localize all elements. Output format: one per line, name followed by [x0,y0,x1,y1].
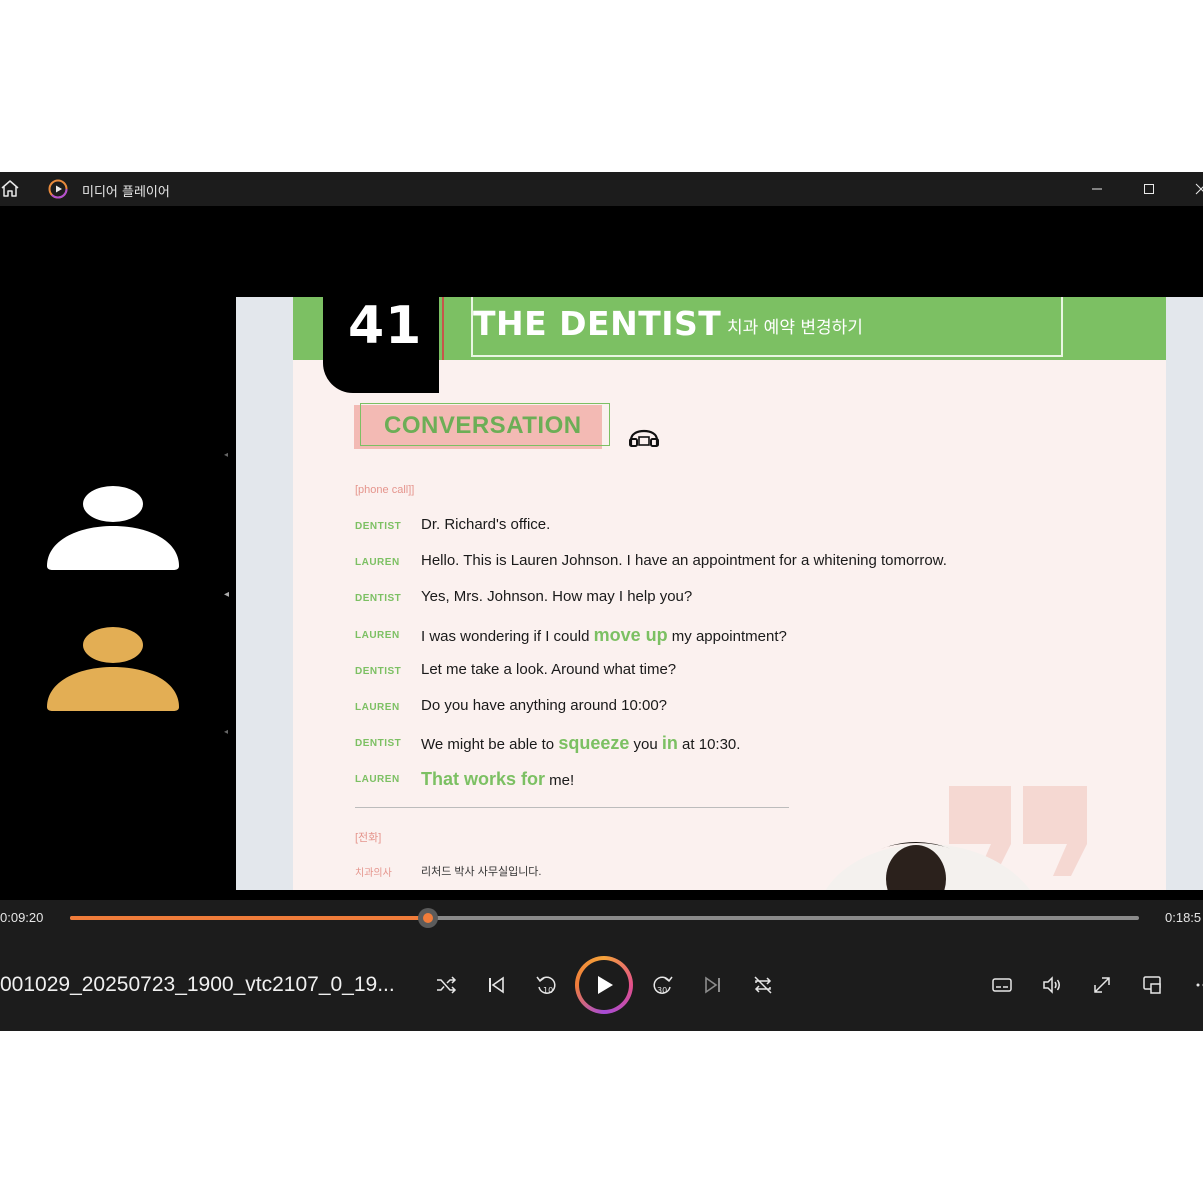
media-player-window: 미디어 플레이어 ◂ ◂ ◂ 41 THE DENTIST 치과 예약 변경하기… [0,172,1203,1031]
korean-section-label: [전화] [355,832,382,844]
repeat-off-button[interactable] [750,972,776,998]
speaker-label: LAUREN [355,629,400,641]
skip-back-10-button[interactable]: 10 [533,972,559,998]
playback-controls: 0:09:20 0:18:5 001029_20250723_1900_vtc2… [0,900,1203,1031]
speech-fragment: We might be able to [421,736,559,754]
edge-marker: ◂ [224,589,230,600]
participant-avatar-2 [47,627,179,713]
speech-text: Let me take a look. Around what time? [421,661,676,678]
speech-fragment: at 10:30. [677,736,741,754]
speaker-label: DENTIST [355,521,402,532]
play-icon [598,976,613,994]
media-player-app-icon [48,179,68,199]
slide-subtitle: 치과 예약 변경하기 [727,318,863,338]
speech-text: That works for me! [421,769,574,790]
lesson-number: 41 [348,297,423,356]
close-button[interactable] [1178,172,1203,206]
home-icon[interactable] [0,179,20,199]
play-button[interactable] [575,956,633,1014]
shuffle-button[interactable] [433,972,459,998]
speech-fragment: my appointment? [667,627,787,645]
mini-player-button[interactable] [1139,972,1165,998]
svg-text:10: 10 [543,986,553,995]
highlighted-phrase: That works for [421,769,546,790]
seek-bar[interactable] [70,908,1139,928]
dialogue-line: LAUREN Do you have anything around 10:00? [355,697,1155,721]
speaker-label: DENTIST [355,738,402,750]
previous-button[interactable] [483,972,509,998]
total-time: 0:18:5 [1165,910,1202,925]
speech-fragment: I was wondering if I could [421,627,594,645]
korean-speaker: 치과의사 [355,868,392,879]
svg-text:30: 30 [657,986,667,995]
next-button[interactable] [700,972,726,998]
window-title: 미디어 플레이어 [82,185,170,200]
scene-context: [phone call]] [355,484,415,496]
edge-marker: ◂ [224,727,229,736]
highlighted-phrase: squeeze [558,733,630,754]
header-divider [442,297,444,360]
title-bar: 미디어 플레이어 [0,172,1203,206]
shared-slide: 41 THE DENTIST 치과 예약 변경하기 CONVERSATION [… [236,297,1203,890]
slide-title: THE DENTIST [473,304,722,343]
dialogue-line: DENTIST Yes, Mrs. Johnson. How may I help… [355,588,1155,612]
presenter-photo [821,839,1041,890]
maximize-button[interactable] [1126,172,1172,206]
fullscreen-button[interactable] [1089,972,1115,998]
dialogue-line: DENTIST Dr. Richard's office. [355,516,1155,540]
korean-text: 리처드 박사 사무실입니다. [421,866,542,878]
speech-fragment: Let me take a look. Around what time? [421,660,677,678]
speech-fragment: you [629,736,662,754]
speech-fragment: me! [545,772,575,790]
speech-fragment: Dr. Richard's office. [421,516,551,533]
participant-avatar-1 [47,486,179,572]
current-time: 0:09:20 [0,910,44,925]
more-options-button[interactable] [1189,972,1203,998]
volume-button[interactable] [1039,972,1065,998]
edge-marker: ◂ [224,450,229,459]
speech-fragment: Hello. This is Lauren Johnson. I have an… [421,552,947,570]
highlighted-phrase: in [661,733,678,754]
speech-text: Hello. This is Lauren Johnson. I have an… [421,552,947,569]
speaker-label: DENTIST [355,665,402,677]
speech-fragment: Yes, Mrs. Johnson. How may I help you? [421,588,693,606]
speaker-label: LAUREN [355,774,400,786]
section-label: CONVERSATION [384,412,582,439]
dialogue-line: LAUREN I was wondering if I could move up… [355,625,1155,649]
video-area[interactable]: ◂ ◂ ◂ 41 THE DENTIST 치과 예약 변경하기 CONVERSA… [0,206,1203,900]
speech-text: Dr. Richard's office. [421,516,550,533]
speech-text: Yes, Mrs. Johnson. How may I help you? [421,588,692,605]
subtitles-button[interactable] [989,972,1015,998]
dialogue-line: LAUREN Hello. This is Lauren Johnson. I h… [355,552,1155,576]
audio-icon [628,429,660,449]
speaker-label: DENTIST [355,593,402,605]
speech-text: I was wondering if I could move up my ap… [421,625,787,646]
dialogue-line: DENTIST Let me take a look. Around what t… [355,661,1155,685]
section-divider [355,807,789,808]
speech-text: We might be able to squeeze you in at 10… [421,733,740,754]
minimize-button[interactable] [1074,172,1120,206]
dialogue-line: DENTIST We might be able to squeeze you i… [355,733,1155,757]
seek-bar-thumb[interactable] [417,908,438,928]
speaker-label: LAUREN [355,702,400,713]
speaker-label: LAUREN [355,557,400,569]
speech-fragment: Do you have anything around 10:00? [421,697,668,714]
highlighted-phrase: move up [593,624,668,645]
seek-bar-progress [70,916,428,920]
media-filename: 001029_20250723_1900_vtc2107_0_19... [0,973,395,996]
speech-text: Do you have anything around 10:00? [421,697,667,714]
skip-forward-30-button[interactable]: 30 [650,972,676,998]
